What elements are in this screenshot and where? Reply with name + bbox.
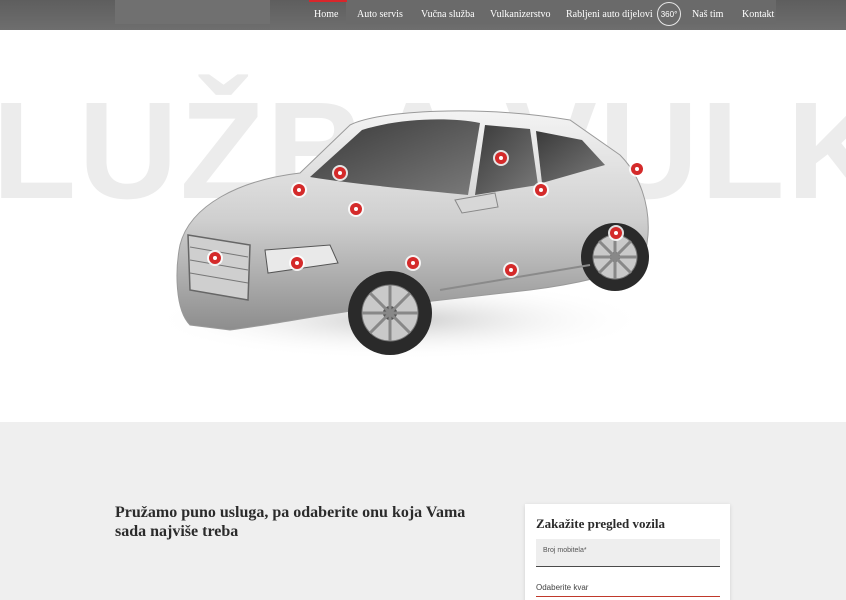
hotspot-windshield[interactable] [334,167,346,179]
nav-item-vucna-sluzba[interactable]: Vučna služba [421,9,475,20]
booking-form: Zakažite pregled vozila Broj mobitela* O… [525,504,730,600]
hotspot-headlight[interactable] [291,257,303,269]
hotspot-front-wheel[interactable] [407,257,419,269]
car-image [150,110,650,360]
hotspot-hood[interactable] [350,203,362,215]
nav-item-auto-servis[interactable]: Auto servis [357,9,403,20]
phone-field[interactable]: Broj mobitela* [536,539,720,567]
services-lead-text: Pružamo puno usluga, pa odaberite onu ko… [115,504,466,540]
header-shadow-block [115,0,270,24]
nav-item-home[interactable]: Home [314,9,338,20]
hero-faded-subtitle [125,390,725,414]
nav-active-indicator [309,0,347,2]
hotspot-rear-wheel[interactable] [610,227,622,239]
360-view-icon[interactable]: 360° [657,2,681,26]
top-navbar: Home Auto servis Vučna služba Vulkanizer… [0,0,846,30]
issue-select[interactable]: Odaberite kvar [536,583,720,597]
booking-form-title: Zakažite pregled vozila [536,516,666,531]
hotspot-sill[interactable] [505,264,517,276]
hotspot-hood-left[interactable] [293,184,305,196]
hotspot-rear[interactable] [631,163,643,175]
nav-item-rabljeni-dijelovi[interactable]: Rabljeni auto dijelovi [566,9,653,20]
nav-item-nas-tim[interactable]: Naš tim [692,9,723,20]
hotspot-door[interactable] [535,184,547,196]
hotspot-grille[interactable] [209,252,221,264]
nav-item-kontakt[interactable]: Kontakt [742,9,774,20]
hotspot-side-window[interactable] [495,152,507,164]
hero-section: LUŽBA VULK [0,30,846,422]
services-section: Pružamo puno usluga, pa odaberite onu ko… [0,422,846,600]
nav-item-vulkanizerstvo[interactable]: Vulkanizerstvo [490,9,551,20]
